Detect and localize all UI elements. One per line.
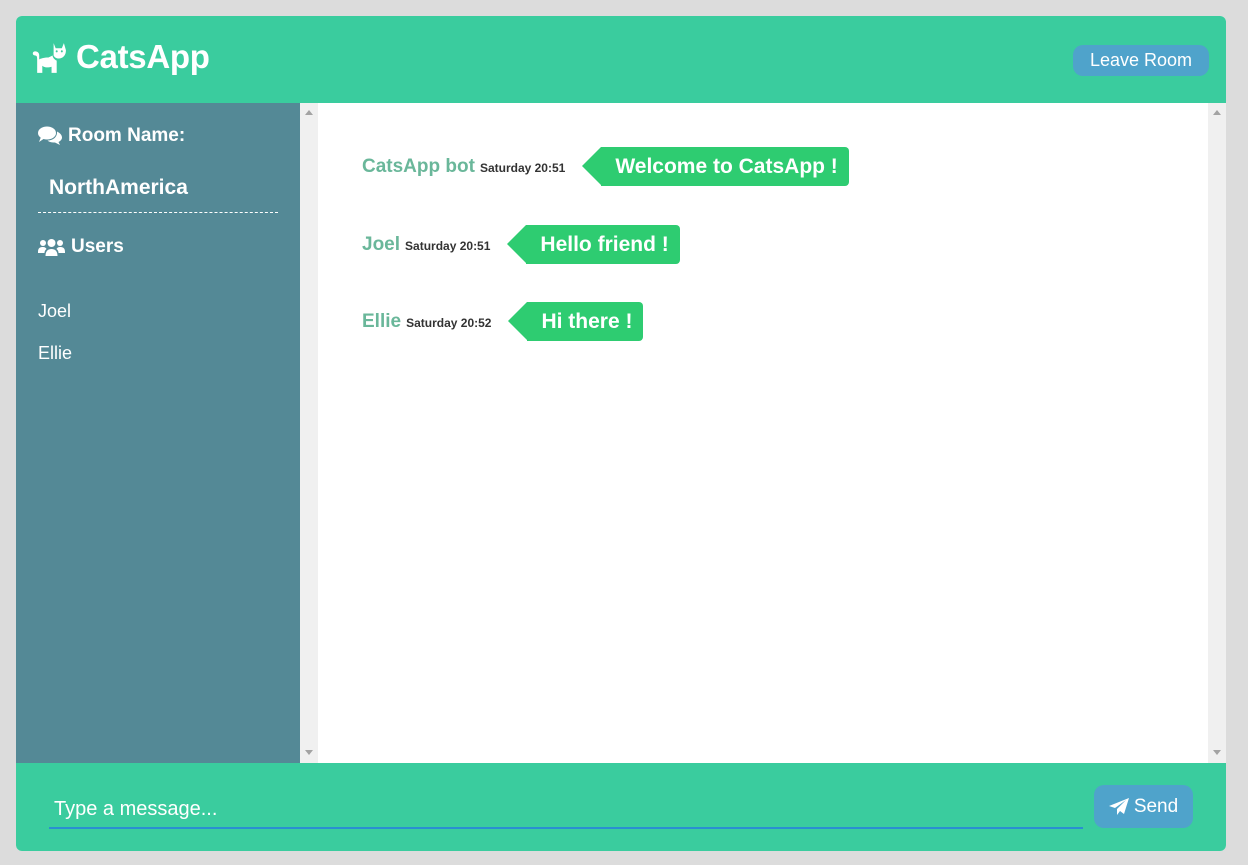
users-label: Users bbox=[71, 236, 124, 257]
brand: CatsApp bbox=[31, 38, 210, 76]
divider bbox=[38, 212, 278, 213]
user-item-joel: Joel bbox=[38, 301, 72, 321]
comments-icon bbox=[38, 126, 62, 146]
chat-messages[interactable]: CatsApp bot Saturday 20:51 Welcome to Ca… bbox=[300, 103, 1226, 763]
scroll-up-arrow[interactable] bbox=[305, 110, 313, 115]
message-input[interactable] bbox=[49, 791, 1083, 829]
message: Ellie Saturday 20:52 Hi there ! bbox=[362, 302, 644, 341]
message-meta: Ellie Saturday 20:52 bbox=[362, 311, 491, 333]
message-composer: Send bbox=[16, 763, 1226, 851]
scroll-down-arrow[interactable] bbox=[305, 750, 313, 755]
message-username: CatsApp bot bbox=[362, 155, 475, 177]
leave-room-button[interactable]: Leave Room bbox=[1073, 45, 1209, 76]
message-time: Saturday 20:52 bbox=[406, 315, 492, 330]
message-time: Saturday 20:51 bbox=[405, 238, 491, 253]
send-label: Send bbox=[1133, 795, 1179, 817]
scrollbar-left[interactable] bbox=[300, 103, 318, 763]
users-heading: Users bbox=[38, 236, 124, 258]
message-username: Ellie bbox=[362, 310, 402, 332]
user-item-ellie: Ellie bbox=[38, 343, 73, 363]
paper-plane-icon bbox=[1108, 797, 1129, 816]
message: Joel Saturday 20:51 Hello friend ! bbox=[362, 225, 680, 264]
scroll-up-arrow[interactable] bbox=[1213, 110, 1221, 115]
message-time: Saturday 20:51 bbox=[479, 160, 566, 175]
message: CatsApp bot Saturday 20:51 Welcome to Ca… bbox=[362, 147, 849, 186]
message-meta: CatsApp bot Saturday 20:51 bbox=[362, 156, 565, 178]
message-bubble: Hello friend ! bbox=[507, 225, 680, 264]
room-name: NorthAmerica bbox=[49, 176, 188, 199]
scrollbar-right[interactable] bbox=[1208, 103, 1226, 763]
message-meta: Joel Saturday 20:51 bbox=[362, 234, 490, 256]
message-username: Joel bbox=[362, 233, 401, 255]
message-bubble: Welcome to CatsApp ! bbox=[582, 147, 849, 186]
send-button[interactable]: Send bbox=[1094, 785, 1193, 828]
header: CatsApp Leave Room bbox=[16, 16, 1226, 103]
message-bubble: Hi there ! bbox=[508, 302, 644, 341]
app-window: CatsApp Leave Room Room Name: NorthAmeri… bbox=[16, 16, 1226, 851]
users-icon bbox=[38, 238, 65, 257]
room-name-label: Room Name: bbox=[68, 125, 186, 146]
room-name-heading: Room Name: bbox=[38, 125, 185, 147]
app-title: CatsApp bbox=[76, 38, 210, 75]
cat-icon bbox=[31, 39, 68, 76]
scroll-down-arrow[interactable] bbox=[1213, 750, 1221, 755]
sidebar: Room Name: NorthAmerica Users Joel Ellie bbox=[16, 103, 300, 763]
